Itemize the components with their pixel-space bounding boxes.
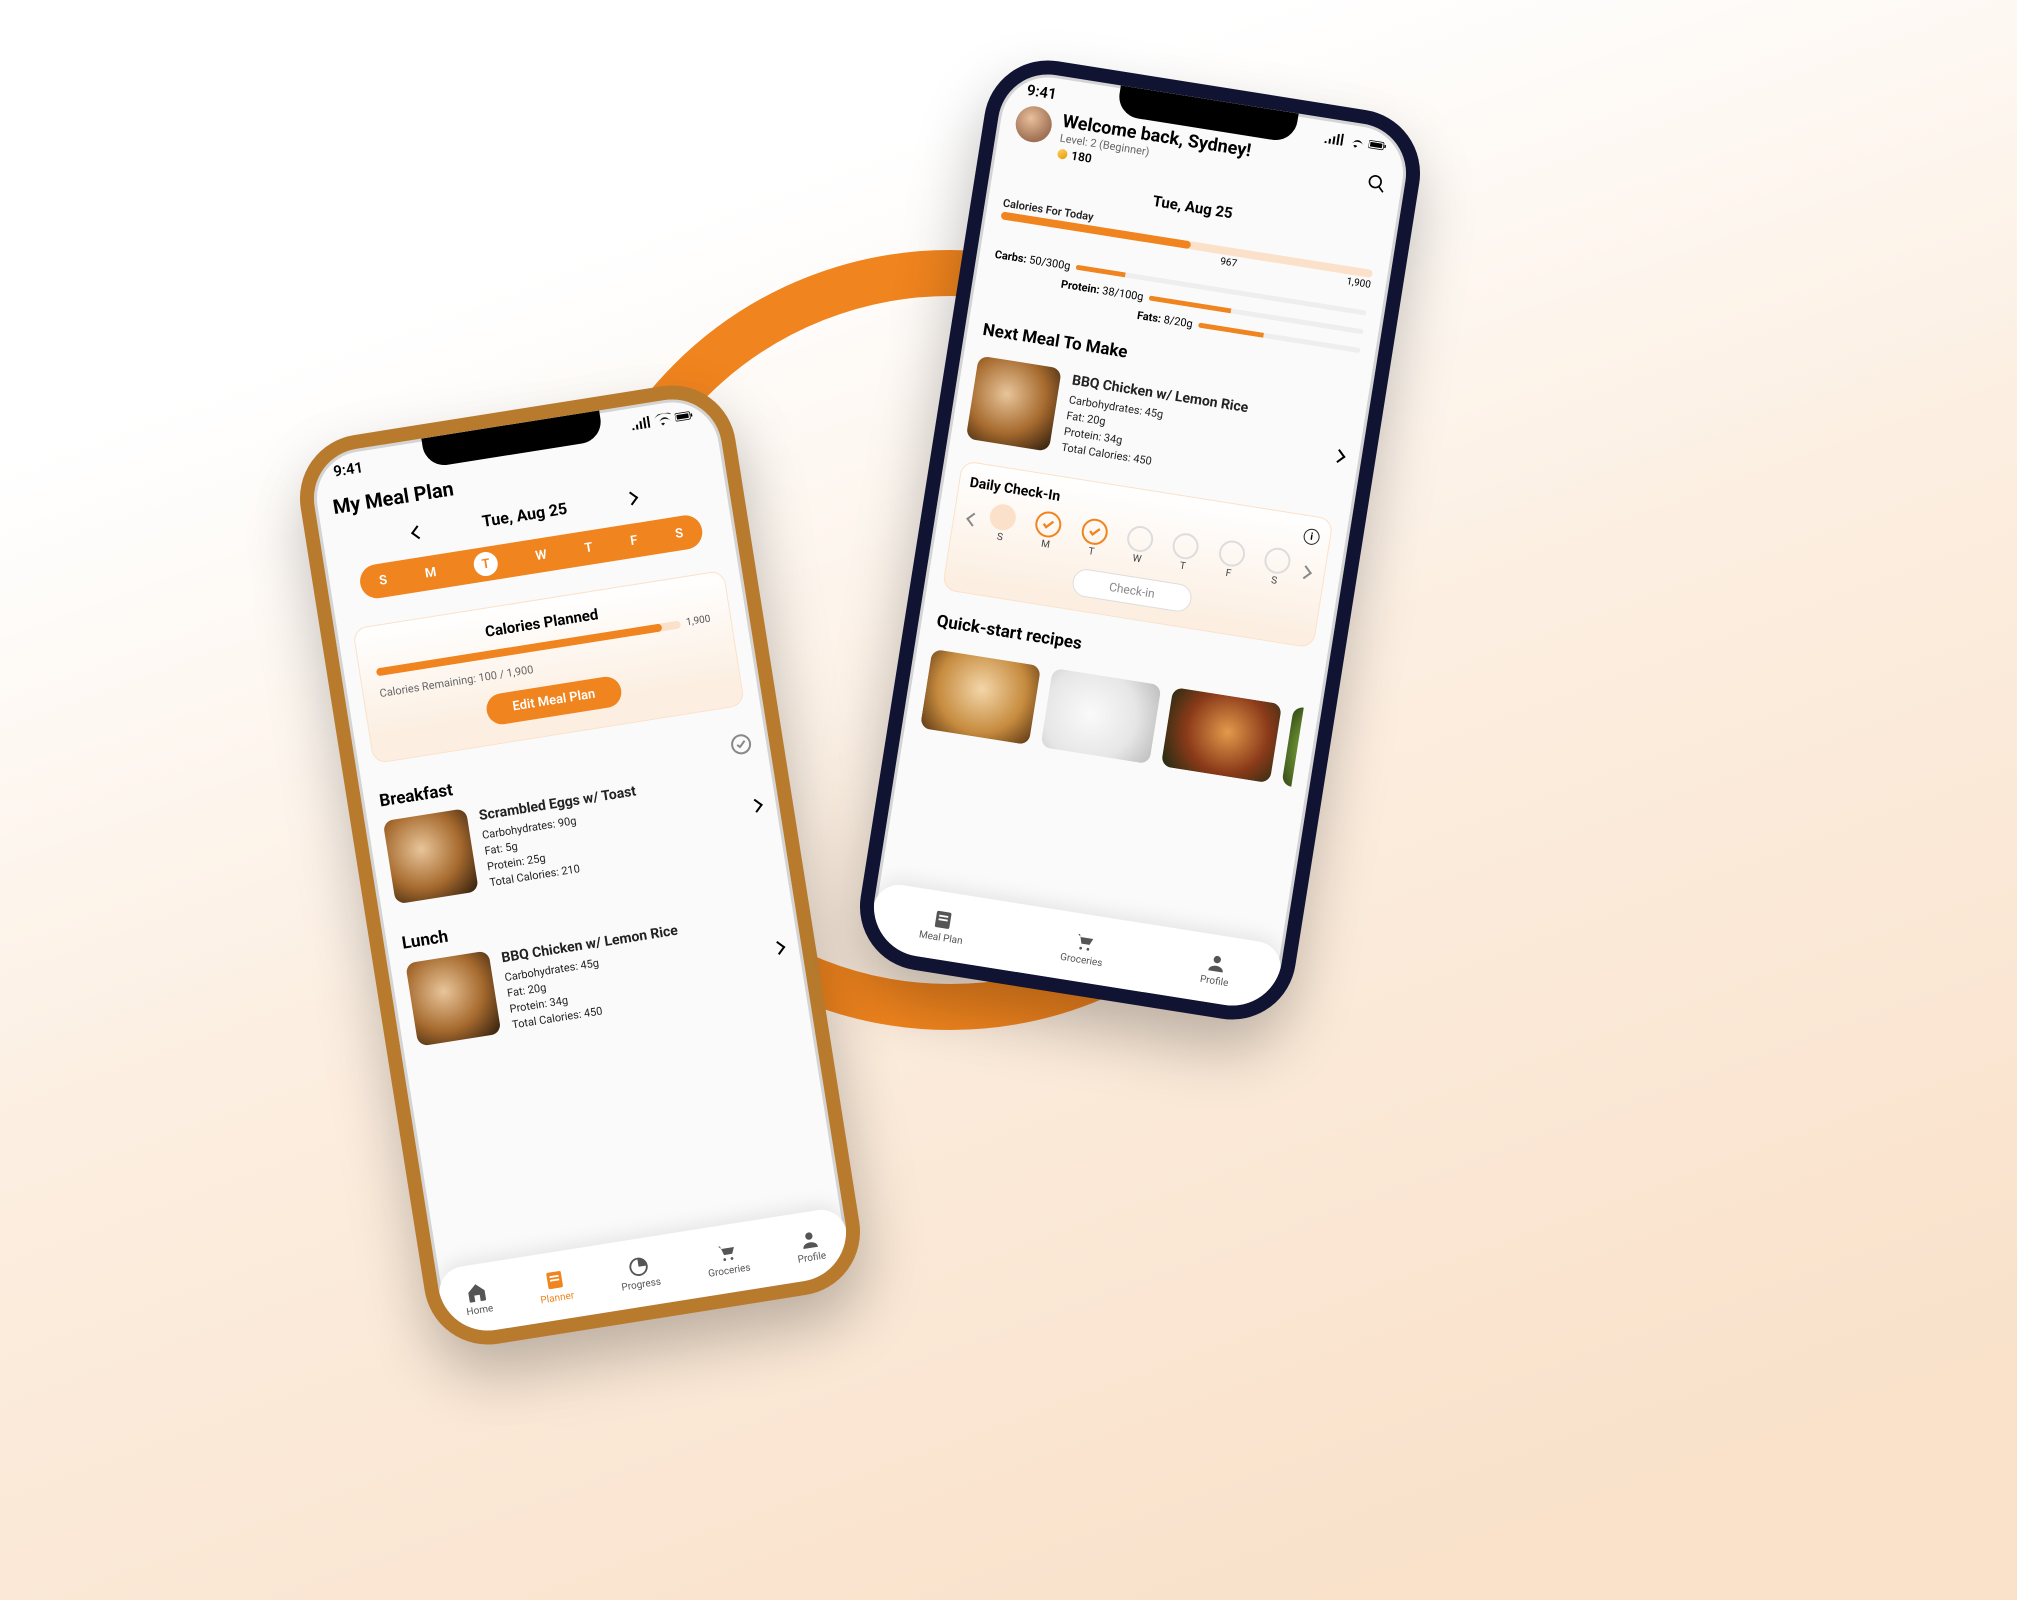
lunch-heading: Lunch <box>401 927 450 954</box>
nav-profile[interactable]: Profile <box>1199 950 1233 989</box>
nav-home[interactable]: Home <box>462 1279 494 1318</box>
protein-label: Protein: <box>1060 278 1101 297</box>
breakfast-done-icon[interactable] <box>730 733 753 756</box>
battery-icon <box>1368 138 1388 153</box>
remaining-value: 100 / 1,900 <box>478 663 535 685</box>
profile-icon <box>796 1227 821 1252</box>
checkin-day-w[interactable] <box>1125 524 1155 554</box>
checkin-button[interactable]: Check-in <box>1071 567 1194 613</box>
profile-icon <box>1204 950 1229 975</box>
checkin-day-m[interactable] <box>1034 510 1064 540</box>
calories-max: 1,900 <box>685 614 711 629</box>
nav-mealplan-label: Meal Plan <box>918 929 963 947</box>
checkin-day-t[interactable] <box>1080 517 1110 547</box>
home-icon <box>464 1279 489 1304</box>
lunch-thumb <box>405 950 501 1046</box>
day-s[interactable]: S <box>378 572 388 588</box>
remaining-label: Calories Remaining: <box>379 672 477 700</box>
status-icons <box>631 409 694 431</box>
calories-goal: 1,900 <box>1346 276 1372 291</box>
chevron-right-icon[interactable] <box>749 799 763 813</box>
chevron-right-icon[interactable] <box>1332 449 1346 463</box>
avatar[interactable] <box>1013 104 1054 145</box>
carbs-value: 50/300g <box>1028 253 1071 272</box>
coin-icon <box>1057 148 1068 159</box>
nav-profile-label: Profile <box>1199 973 1229 988</box>
breakfast-heading: Breakfast <box>378 780 454 811</box>
progress-icon <box>626 1254 651 1279</box>
day-w[interactable]: W <box>534 547 548 564</box>
nav-profile-label: Profile <box>797 1250 827 1265</box>
calories-planned-card: Calories Planned 1,900 Calories Remainin… <box>352 570 745 764</box>
meal-lunch: Lunch BBQ Chicken w/ Lemon Rice Carbohyd… <box>400 871 790 1048</box>
nav-groceries[interactable]: Groceries <box>704 1238 752 1279</box>
signal-icon <box>1324 131 1344 146</box>
day-m[interactable]: M <box>424 564 438 581</box>
current-date: Tue, Aug 25 <box>481 499 569 531</box>
status-icons <box>1324 131 1387 153</box>
checkin-prev[interactable] <box>966 512 980 526</box>
nav-home-label: Home <box>466 1303 494 1318</box>
next-day-button[interactable] <box>624 491 638 505</box>
checkin-day-s[interactable] <box>988 502 1018 532</box>
day-t-selected[interactable]: T <box>472 550 499 577</box>
checkin-day-t2[interactable] <box>1171 531 1201 561</box>
next-meal-thumb <box>966 356 1062 452</box>
status-time: 9:41 <box>1026 81 1058 103</box>
recipe-thumb[interactable] <box>1281 706 1303 787</box>
cart-icon <box>1072 929 1097 954</box>
fats-label: Fats: <box>1136 309 1162 326</box>
breakfast-thumb <box>383 808 479 904</box>
wifi-icon <box>1346 135 1366 150</box>
checkin-next[interactable] <box>1298 565 1312 579</box>
nav-groceries[interactable]: Groceries <box>1059 928 1107 969</box>
status-time: 9:41 <box>332 458 364 480</box>
nav-progress[interactable]: Progress <box>617 1252 662 1293</box>
recipe-thumb[interactable] <box>920 649 1041 745</box>
battery-icon <box>674 409 694 424</box>
nav-meal-plan[interactable]: Meal Plan <box>918 905 967 946</box>
recipe-thumb[interactable] <box>1040 668 1161 764</box>
phone-home: 9:41 Welcome back, Sydney! Level: 2 (Beg… <box>851 51 1430 1029</box>
edit-meal-plan-button[interactable]: Edit Meal Plan <box>485 675 624 727</box>
nav-profile[interactable]: Profile <box>793 1226 827 1265</box>
calories-current: 967 <box>1219 256 1237 270</box>
search-button[interactable] <box>1365 172 1389 199</box>
coin-value: 180 <box>1070 149 1093 166</box>
recipe-thumb[interactable] <box>1161 687 1282 783</box>
bottom-nav: Home Planner Progress Groceries Profile <box>436 1206 854 1338</box>
search-icon <box>1365 172 1388 195</box>
nav-planner[interactable]: Planner <box>536 1266 575 1306</box>
fats-value: 8/20g <box>1163 313 1194 330</box>
cart-icon <box>714 1240 739 1265</box>
meal-breakfast: Breakfast Scrambled Eggs w/ Toast Carboh… <box>377 729 767 906</box>
nav-groceries-label: Groceries <box>1059 951 1103 969</box>
protein-value: 38/100g <box>1101 284 1144 303</box>
checkin-day-f[interactable] <box>1217 539 1247 569</box>
wifi-icon <box>653 412 673 427</box>
checkin-day-s2[interactable] <box>1262 546 1292 576</box>
carbs-label: Carbs: <box>994 248 1028 266</box>
chevron-right-icon[interactable] <box>771 941 785 955</box>
nav-groceries-label: Groceries <box>707 1262 751 1280</box>
planner-icon <box>542 1267 567 1292</box>
prev-day-button[interactable] <box>411 525 425 539</box>
day-f[interactable]: F <box>629 533 638 549</box>
day-s2[interactable]: S <box>674 525 684 541</box>
planner-icon <box>931 907 956 932</box>
nav-progress-label: Progress <box>621 1276 662 1293</box>
signal-icon <box>631 416 651 431</box>
day-t2[interactable]: T <box>583 540 593 556</box>
